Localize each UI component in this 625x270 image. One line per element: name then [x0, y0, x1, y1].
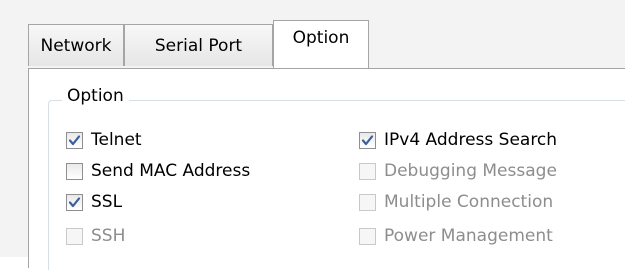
tab-network-label: Network	[40, 36, 112, 56]
send-mac-address-label: Send MAC Address	[91, 161, 251, 181]
send-mac-address-checkbox-box[interactable]	[66, 162, 83, 180]
ssh-checkbox[interactable]: SSH	[66, 223, 125, 249]
ssh-label: SSH	[91, 226, 126, 246]
multiple-connection-label: Multiple Connection	[384, 192, 554, 212]
multiple-connection-checkbox[interactable]: Multiple Connection	[359, 189, 553, 215]
ipv4-address-search-checkbox[interactable]: IPv4 Address Search	[359, 127, 557, 153]
telnet-checkbox-box[interactable]	[66, 131, 83, 149]
checkmark-icon	[361, 134, 374, 145]
debugging-message-checkbox[interactable]: Debugging Message	[359, 158, 557, 184]
ssh-checkbox-box[interactable]	[66, 227, 83, 245]
tab-serial-port[interactable]: Serial Port	[124, 24, 273, 66]
debugging-message-label: Debugging Message	[384, 161, 557, 181]
tab-serial-port-label: Serial Port	[154, 36, 243, 56]
ssl-checkbox-box[interactable]	[66, 193, 83, 211]
tab-option-label: Option	[292, 28, 350, 48]
multiple-connection-checkbox-box[interactable]	[359, 193, 376, 211]
power-management-label: Power Management	[384, 226, 553, 246]
ipv4-address-search-checkbox-box[interactable]	[359, 131, 376, 149]
telnet-checkbox[interactable]: Telnet	[66, 127, 142, 153]
power-management-checkbox-box[interactable]	[359, 227, 376, 245]
checkmark-icon	[68, 196, 81, 207]
debugging-message-checkbox-box[interactable]	[359, 162, 376, 180]
settings-window: Network Serial Port Option Option Telnet…	[0, 0, 625, 270]
ipv4-address-search-label: IPv4 Address Search	[384, 130, 558, 150]
tab-option[interactable]: Option	[273, 20, 369, 68]
ssl-label: SSL	[91, 192, 123, 212]
send-mac-address-checkbox[interactable]: Send MAC Address	[66, 158, 250, 184]
telnet-label: Telnet	[91, 130, 142, 150]
checkmark-icon	[68, 134, 81, 145]
ssl-checkbox[interactable]: SSL	[66, 189, 122, 215]
tab-network[interactable]: Network	[28, 24, 124, 66]
tab-strip: Network Serial Port Option	[28, 20, 625, 68]
power-management-checkbox[interactable]: Power Management	[359, 223, 553, 249]
option-groupbox-title: Option	[62, 86, 129, 106]
